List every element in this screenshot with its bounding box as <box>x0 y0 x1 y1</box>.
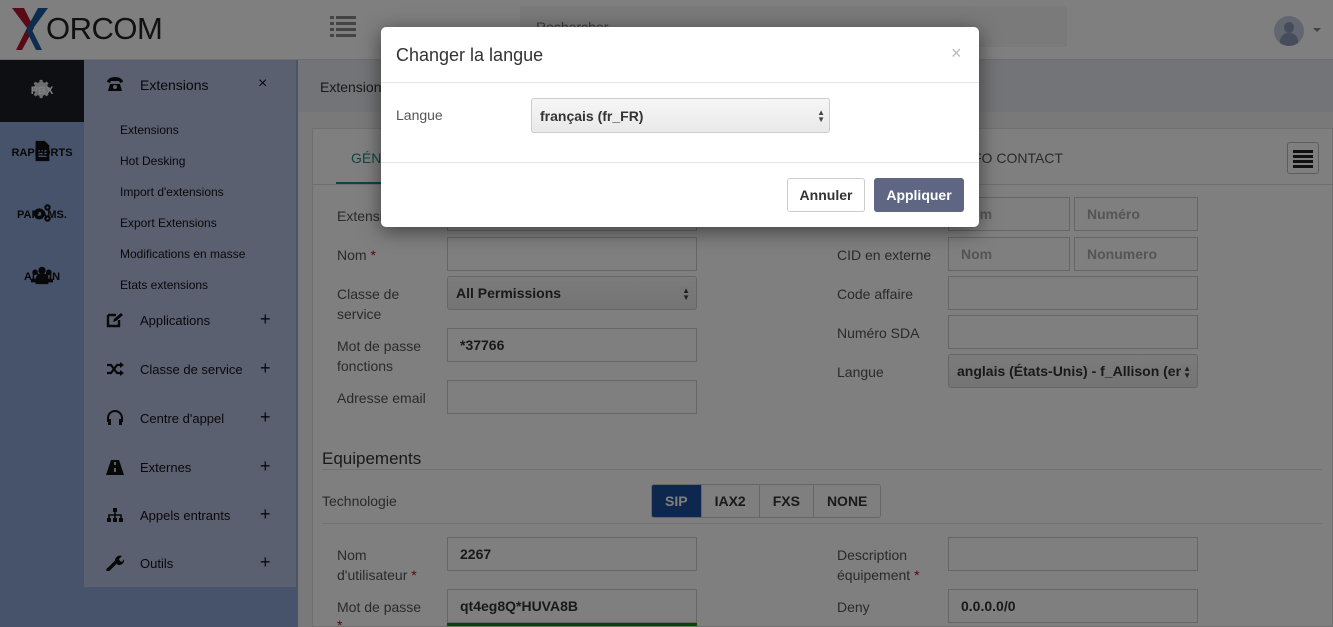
divider <box>381 162 979 163</box>
modal-title: Changer la langue <box>396 45 544 65</box>
close-icon[interactable]: × <box>951 43 962 64</box>
select-arrows-icon: ▲▼ <box>817 108 825 124</box>
modal-langue-value: français (fr_FR) <box>540 107 644 124</box>
modal-langue-label: Langue <box>396 107 443 123</box>
change-language-modal: Changer la langue × Langue français (fr_… <box>381 27 979 227</box>
apply-button[interactable]: Appliquer <box>874 178 964 212</box>
modal-langue-select[interactable]: français (fr_FR) ▲ ▼ <box>531 98 830 133</box>
cancel-button[interactable]: Annuler <box>787 178 865 212</box>
divider <box>381 82 979 83</box>
